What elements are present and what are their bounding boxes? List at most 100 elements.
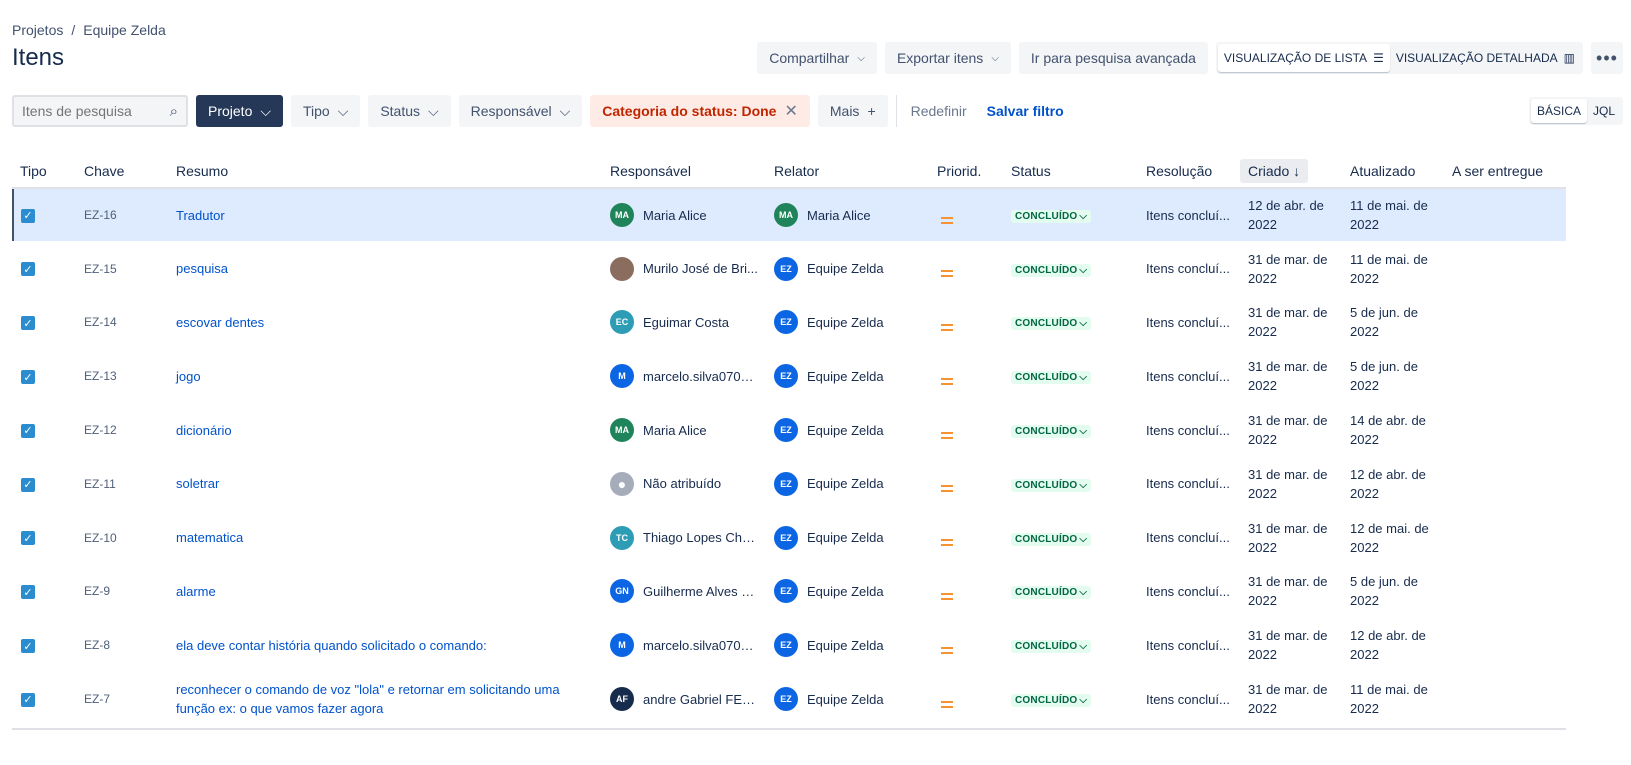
reporter-cell[interactable]: EZ Equipe Zelda [766, 511, 929, 565]
col-reporter[interactable]: Relator [766, 154, 929, 189]
col-created[interactable]: Criado ↓ [1240, 154, 1342, 189]
close-icon[interactable]: ✕ [784, 101, 797, 121]
issue-summary-link[interactable]: matematica [176, 530, 243, 545]
issue-key[interactable]: EZ-16 [76, 188, 168, 242]
col-assignee[interactable]: Responsável [602, 154, 766, 189]
assignee-cell[interactable]: AF andre Gabriel FER... [602, 672, 766, 726]
detail-view-option[interactable]: VISUALIZAÇÃO DETALHADA ▥ [1390, 44, 1581, 72]
more-actions-button[interactable]: ••• [1591, 42, 1623, 74]
reporter-cell[interactable]: EZ Equipe Zelda [766, 296, 929, 350]
project-filter[interactable]: Projeto ⌵ [196, 95, 283, 127]
assignee-cell[interactable]: MA Maria Alice [602, 403, 766, 457]
priority-cell[interactable] [929, 242, 1003, 296]
table-row[interactable]: ✓ EZ-8 ela deve contar história quando sol… [12, 618, 1566, 673]
issue-key[interactable]: EZ-9 [76, 565, 168, 619]
reporter-cell[interactable]: EZ Equipe Zelda [766, 618, 929, 672]
reporter-cell[interactable]: EZ Equipe Zelda [766, 565, 929, 619]
reporter-cell[interactable]: EZ Equipe Zelda [766, 403, 929, 457]
status-badge[interactable]: CONCLUÍDO ⌵ [1011, 263, 1092, 277]
assignee-cell[interactable]: EC Eguimar Costa [602, 296, 766, 350]
status-cell[interactable]: CONCLUÍDO ⌵ [1003, 242, 1138, 296]
status-badge[interactable]: CONCLUÍDO ⌵ [1011, 210, 1092, 224]
search-icon[interactable]: ⌕ [170, 103, 178, 120]
table-row[interactable]: ✓ EZ-7 reconhecer o comando de voz "lola" … [12, 672, 1566, 726]
issue-key[interactable]: EZ-15 [76, 242, 168, 296]
list-view-option[interactable]: VISUALIZAÇÃO DE LISTA ☰ [1217, 44, 1390, 72]
advanced-search-button[interactable]: Ir para pesquisa avançada [1018, 42, 1208, 74]
status-badge[interactable]: CONCLUÍDO ⌵ [1011, 694, 1092, 708]
status-cell[interactable]: CONCLUÍDO ⌵ [1003, 511, 1138, 565]
issue-summary-link[interactable]: jogo [176, 369, 201, 384]
priority-cell[interactable] [929, 457, 1003, 511]
status-cell[interactable]: CONCLUÍDO ⌵ [1003, 672, 1138, 726]
status-badge[interactable]: CONCLUÍDO ⌵ [1011, 317, 1092, 331]
status-badge[interactable]: CONCLUÍDO ⌵ [1011, 425, 1092, 439]
issue-key[interactable]: EZ-10 [76, 511, 168, 565]
issue-summary-link[interactable]: dicionário [176, 423, 232, 438]
search-input[interactable] [22, 103, 152, 119]
status-badge[interactable]: CONCLUÍDO ⌵ [1011, 586, 1092, 600]
priority-cell[interactable] [929, 188, 1003, 242]
status-filter[interactable]: Status ⌵ [368, 95, 451, 127]
issue-key[interactable]: EZ-12 [76, 403, 168, 457]
table-row[interactable]: ✓ EZ-12 dicionário MA Maria Alice EZ Equipe Ze… [12, 403, 1566, 457]
col-updated[interactable]: Atualizado [1342, 154, 1444, 189]
share-button[interactable]: Compartilhar ⌵ [757, 42, 877, 74]
col-priority[interactable]: Priorid. [929, 154, 1003, 189]
status-cell[interactable]: CONCLUÍDO ⌵ [1003, 565, 1138, 619]
breadcrumb-team-link[interactable]: Equipe Zelda [83, 22, 166, 38]
issue-summary-link[interactable]: Tradutor [176, 208, 225, 223]
breadcrumb-projects-link[interactable]: Projetos [12, 22, 63, 38]
assignee-cell[interactable]: ● Não atribuído [602, 457, 766, 511]
issue-summary-link[interactable]: alarme [176, 584, 216, 599]
table-row[interactable]: ✓ EZ-16 Tradutor MA Maria Alice MA Maria Alice… [12, 188, 1566, 242]
col-summary[interactable]: Resumo [168, 154, 602, 189]
assignee-cell[interactable]: GN Guilherme Alves d... [602, 565, 766, 619]
issue-key[interactable]: EZ-13 [76, 349, 168, 403]
reset-button[interactable]: Redefinir [905, 95, 973, 127]
status-badge[interactable]: CONCLUÍDO ⌵ [1011, 640, 1092, 654]
priority-cell[interactable] [929, 349, 1003, 403]
issue-summary-link[interactable]: escovar dentes [176, 315, 264, 330]
table-row[interactable]: ✓ EZ-15 pesquisa Murilo José de Bri... EZ Equ… [12, 242, 1566, 296]
type-filter[interactable]: Tipo ⌵ [290, 95, 361, 127]
assignee-cell[interactable]: TC Thiago Lopes Cha... [602, 511, 766, 565]
priority-cell[interactable] [929, 672, 1003, 726]
table-row[interactable]: ✓ EZ-14 escovar dentes EC Eguimar Costa EZ Equ… [12, 296, 1566, 350]
col-resolution[interactable]: Resolução [1138, 154, 1240, 189]
status-badge[interactable]: CONCLUÍDO ⌵ [1011, 478, 1092, 492]
issue-key[interactable]: EZ-8 [76, 618, 168, 672]
assignee-cell[interactable]: Mmarcelo.silva0708... [602, 618, 766, 672]
status-cell[interactable]: CONCLUÍDO ⌵ [1003, 457, 1138, 511]
status-cell[interactable]: CONCLUÍDO ⌵ [1003, 296, 1138, 350]
reporter-cell[interactable]: EZ Equipe Zelda [766, 242, 929, 296]
issue-key[interactable]: EZ-14 [76, 296, 168, 350]
col-type[interactable]: Tipo [12, 154, 76, 189]
priority-cell[interactable] [929, 296, 1003, 350]
reporter-cell[interactable]: EZ Equipe Zelda [766, 457, 929, 511]
table-row[interactable]: ✓ EZ-10 matematica TC Thiago Lopes Cha... EZ E… [12, 511, 1566, 565]
reporter-cell[interactable]: MA Maria Alice [766, 188, 929, 242]
status-badge[interactable]: CONCLUÍDO ⌵ [1011, 371, 1092, 385]
status-badge[interactable]: CONCLUÍDO ⌵ [1011, 532, 1092, 546]
basic-mode-option[interactable]: BÁSICA [1530, 99, 1587, 123]
save-filter-button[interactable]: Salvar filtro [981, 95, 1070, 127]
col-due[interactable]: A ser entregue [1444, 154, 1566, 189]
priority-cell[interactable] [929, 618, 1003, 672]
issue-summary-link[interactable]: pesquisa [176, 261, 228, 276]
jql-mode-option[interactable]: JQL [1587, 99, 1621, 123]
assignee-cell[interactable]: Mmarcelo.silva0708... [602, 349, 766, 403]
status-category-filter[interactable]: Categoria do status: Done ✕ [590, 95, 810, 127]
issue-summary-link[interactable]: reconhecer o comando de voz "lola" e ret… [176, 682, 560, 716]
issue-summary-link[interactable]: soletrar [176, 476, 219, 491]
table-row[interactable]: ✓ EZ-11 soletrar ● Não atribuído EZ Equipe Zel… [12, 457, 1566, 511]
more-filters-button[interactable]: Mais + [817, 95, 888, 127]
status-cell[interactable]: CONCLUÍDO ⌵ [1003, 349, 1138, 403]
issue-summary-link[interactable]: ela deve contar história quando solicita… [176, 638, 487, 653]
status-cell[interactable]: CONCLUÍDO ⌵ [1003, 618, 1138, 672]
assignee-filter[interactable]: Responsável ⌵ [458, 95, 583, 127]
table-row[interactable]: ✓ EZ-13 jogo Mmarcelo.silva0708... EZ Equipe … [12, 349, 1566, 404]
export-button[interactable]: Exportar itens ⌵ [884, 42, 1011, 74]
assignee-cell[interactable]: MA Maria Alice [602, 188, 766, 242]
reporter-cell[interactable]: EZ Equipe Zelda [766, 349, 929, 403]
